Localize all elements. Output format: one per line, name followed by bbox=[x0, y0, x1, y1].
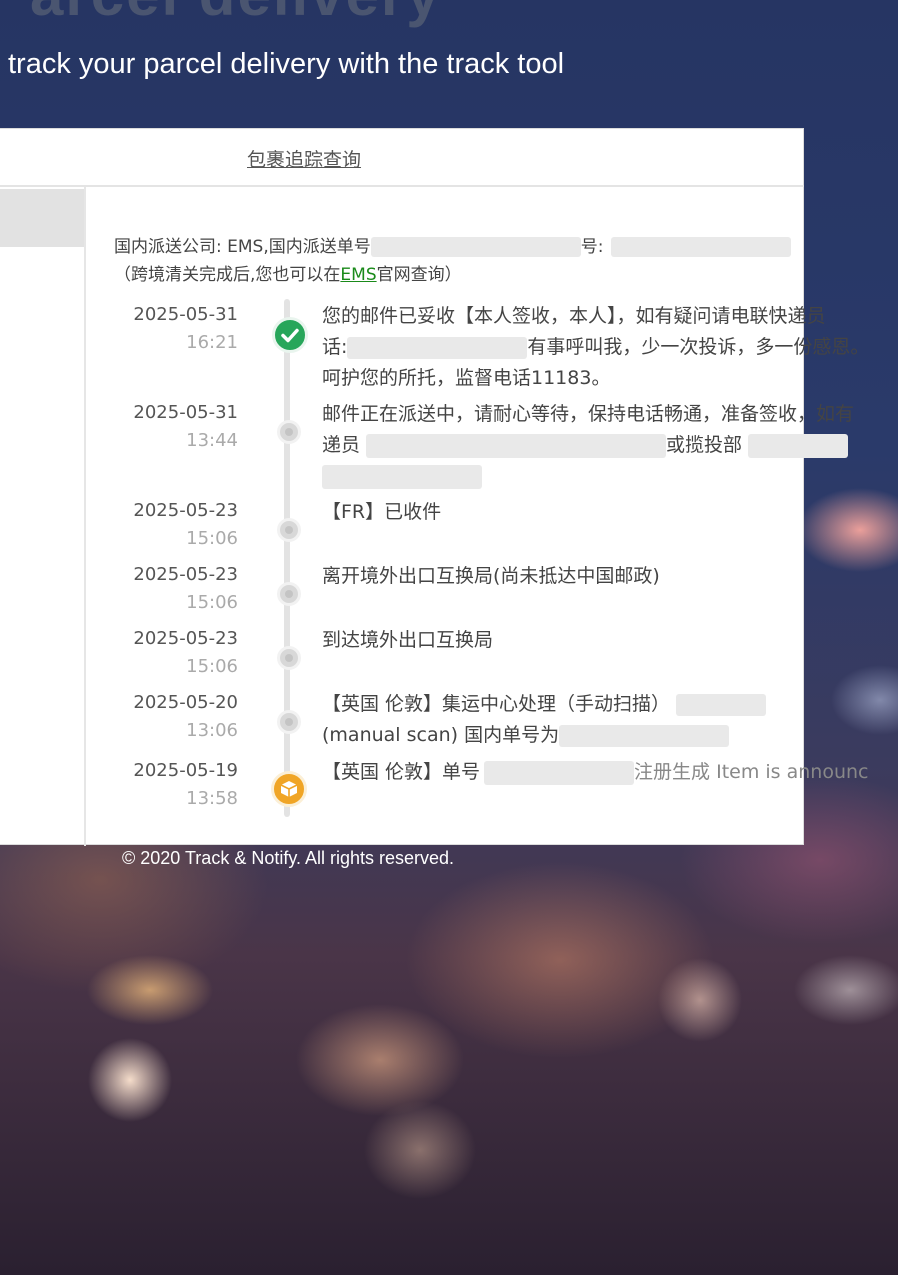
left-divider bbox=[84, 187, 86, 846]
timeline-track bbox=[284, 299, 290, 817]
event-date: 2025-05-31 bbox=[133, 402, 238, 423]
event-description: 【英国 伦敦】单号 注册生成 Item is announc bbox=[322, 757, 898, 788]
carrier-info-mid: 号: bbox=[580, 237, 604, 257]
timeline-dot bbox=[277, 582, 301, 606]
event-line-prefix: 话: bbox=[322, 336, 348, 358]
event-description: 您的邮件已妥收【本人签收，本人】，如有疑问请电联快递员 话: 有事呼叫我，少一次投… bbox=[322, 301, 898, 394]
event-description: 【FR】已收件 bbox=[322, 497, 898, 528]
timeline-dot bbox=[277, 518, 301, 542]
tracking-query-tab[interactable]: 包裹追踪查询 bbox=[247, 145, 361, 172]
event-time: 15:06 bbox=[186, 656, 238, 677]
redacted-station bbox=[748, 433, 849, 458]
carrier-info-prefix: 国内派送公司: EMS,国内派送单号 bbox=[114, 237, 371, 257]
event-date: 2025-05-23 bbox=[133, 564, 238, 585]
event-line-suffix: 有事呼叫我，少一次投诉，多一份感恩。 bbox=[527, 336, 870, 358]
hero-title-fragment: arcel delivery bbox=[30, 0, 442, 29]
event-time: 13:44 bbox=[186, 430, 238, 451]
redacted-tracking-number bbox=[559, 724, 730, 747]
timeline-dot bbox=[277, 710, 301, 734]
event-description: 邮件正在派送中，请耐心等待，保持电话畅通，准备签收，如有 递员 或揽投部 bbox=[322, 399, 898, 492]
ems-link[interactable]: EMS bbox=[340, 265, 376, 285]
event-time: 13:58 bbox=[186, 788, 238, 809]
left-panel-tab[interactable] bbox=[0, 189, 84, 247]
event-line: 递员 或揽投部 bbox=[322, 430, 898, 461]
ems-hint-line: （跨境清关完成后,您也可以在EMS官网查询） bbox=[114, 260, 462, 285]
hero-subtitle: track your parcel delivery with the trac… bbox=[8, 48, 565, 80]
tracking-card: 包裹追踪查询 国内派送公司: EMS,国内派送单号 号: （跨境清关完成后,您也可… bbox=[0, 128, 869, 846]
event-line-suffix: 或揽投部 bbox=[666, 434, 743, 456]
event-date: 2025-05-23 bbox=[133, 500, 238, 521]
redacted-number bbox=[611, 237, 792, 257]
timeline-dot-inner bbox=[285, 428, 293, 436]
event-line-text: 【英国 伦敦】集运中心处理（手动扫描） bbox=[322, 693, 671, 715]
event-line: 【英国 伦敦】单号 注册生成 Item is announc bbox=[322, 757, 898, 788]
event-line-prefix: (manual scan) 国内单号为 bbox=[322, 724, 560, 746]
event-line: 呵护您的所托，监督电话11183。 bbox=[322, 367, 611, 389]
event-time: 16:21 bbox=[186, 332, 238, 353]
redacted-tracking-number bbox=[370, 237, 581, 257]
event-line: 到达境外出口互换局 bbox=[322, 629, 494, 651]
event-line: 邮件正在派送中，请耐心等待，保持电话畅通，准备签收，如有 bbox=[322, 403, 855, 425]
event-date: 2025-05-20 bbox=[133, 692, 238, 713]
event-line: (manual scan) 国内单号为 bbox=[322, 720, 898, 751]
redacted-courier-info bbox=[366, 433, 667, 458]
redacted-tracking-number bbox=[484, 760, 635, 785]
ems-hint-prefix: （跨境清关完成后,您也可以在 bbox=[114, 265, 341, 285]
timeline-dot-inner bbox=[285, 718, 293, 726]
footer-copyright: © 2020 Track & Notify. All rights reserv… bbox=[122, 848, 455, 868]
ems-hint-suffix: 官网查询） bbox=[376, 265, 462, 285]
redacted-text bbox=[322, 464, 482, 489]
event-description: 到达境外出口互换局 bbox=[322, 625, 898, 656]
event-line-prefix: 【英国 伦敦】单号 bbox=[322, 761, 481, 783]
event-description: 【英国 伦敦】集运中心处理（手动扫描） (manual scan) 国内单号为 bbox=[322, 689, 898, 751]
event-date: 2025-05-19 bbox=[133, 760, 238, 781]
event-time: 15:06 bbox=[186, 528, 238, 549]
redacted-phone bbox=[347, 336, 528, 359]
check-icon bbox=[272, 317, 308, 353]
event-time: 13:06 bbox=[186, 720, 238, 741]
timeline-dot-inner bbox=[285, 654, 293, 662]
event-line: 【英国 伦敦】集运中心处理（手动扫描） bbox=[322, 689, 898, 720]
event-line-suffix: 注册生成 Item is announc bbox=[634, 761, 869, 783]
event-description: 离开境外出口互换局(尚未抵达中国邮政) bbox=[322, 561, 898, 592]
event-time: 15:06 bbox=[186, 592, 238, 613]
event-line bbox=[322, 461, 898, 492]
package-icon bbox=[271, 771, 307, 807]
event-line: 【FR】已收件 bbox=[322, 501, 442, 523]
timeline-dot-inner bbox=[285, 590, 293, 598]
timeline-dot bbox=[277, 420, 301, 444]
event-line: 您的邮件已妥收【本人签收，本人】，如有疑问请电联快递员 bbox=[322, 305, 826, 327]
carrier-info-line: 国内派送公司: EMS,国内派送单号 号: bbox=[114, 232, 792, 257]
event-line-prefix: 递员 bbox=[322, 434, 361, 456]
timeline-dot bbox=[277, 646, 301, 670]
event-line: 离开境外出口互换局(尚未抵达中国邮政) bbox=[322, 565, 660, 587]
event-line: 话: 有事呼叫我，少一次投诉，多一份感恩。 bbox=[322, 332, 898, 363]
event-date: 2025-05-31 bbox=[133, 304, 238, 325]
redacted-text bbox=[676, 693, 767, 716]
card-tab-bar: 包裹追踪查询 bbox=[0, 129, 804, 187]
event-date: 2025-05-23 bbox=[133, 628, 238, 649]
timeline-dot-inner bbox=[285, 526, 293, 534]
